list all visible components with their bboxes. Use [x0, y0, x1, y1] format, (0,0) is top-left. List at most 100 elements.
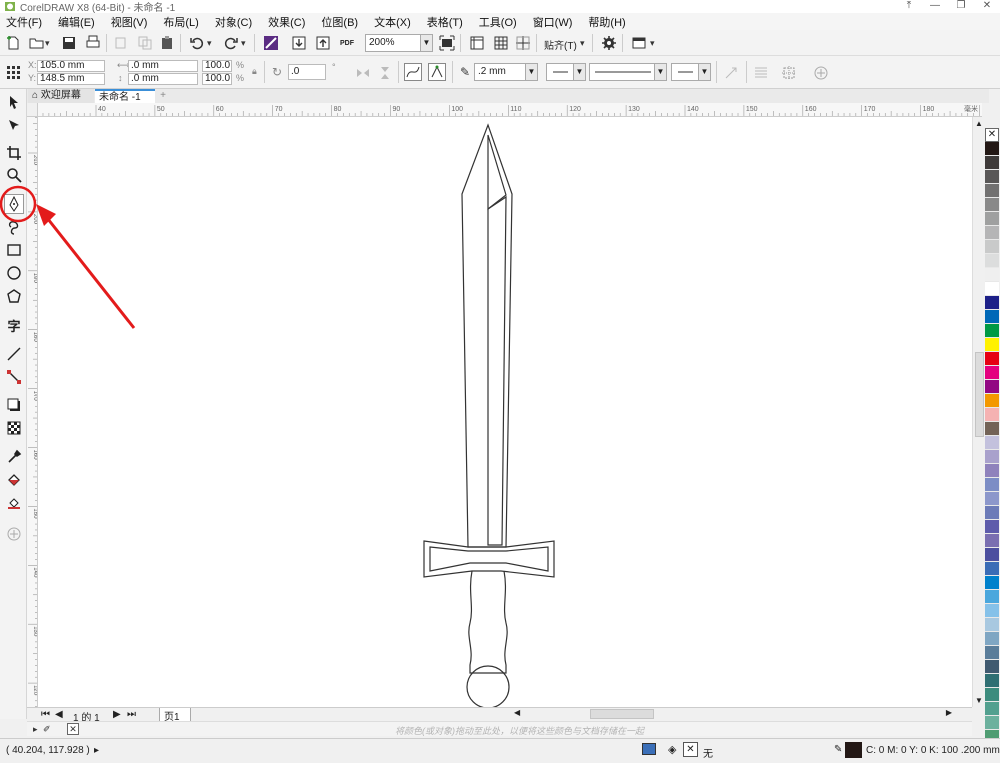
palette-swatch[interactable] [985, 296, 999, 310]
menu-table[interactable]: 表格(T) [427, 14, 463, 30]
palette-swatch[interactable] [985, 184, 999, 198]
palette-swatch[interactable] [985, 688, 999, 702]
start-arrowhead-select[interactable]: ▼ [546, 63, 586, 81]
palette-swatch[interactable] [985, 156, 999, 170]
mirror-vertical-button[interactable] [376, 64, 394, 82]
shape-tool[interactable] [4, 115, 24, 135]
palette-swatch[interactable] [985, 226, 999, 240]
scale-y-field[interactable]: 100.0 [202, 73, 232, 85]
ruler-origin[interactable] [27, 103, 38, 117]
redo-button[interactable] [222, 34, 240, 52]
palette-swatch[interactable] [985, 562, 999, 576]
sword-crossguard-inner[interactable] [429, 546, 549, 572]
tab-document[interactable]: 未命名 -1 [95, 89, 155, 103]
width-field[interactable]: .0 mm [128, 60, 198, 72]
palette-swatch[interactable] [985, 450, 999, 464]
scale-x-field[interactable]: 100.0 [202, 60, 232, 72]
palette-swatch[interactable] [985, 394, 999, 408]
quick-customize-button[interactable] [812, 64, 830, 82]
vertical-scrollbar[interactable]: ▲ ▼ [972, 117, 985, 707]
palette-swatch[interactable] [985, 506, 999, 520]
transparency-tool[interactable] [4, 418, 24, 438]
palette-swatch[interactable] [985, 646, 999, 660]
fill-color-swatch[interactable]: ✕ [683, 742, 698, 757]
sword-drawing[interactable] [38, 117, 972, 707]
zoom-tool[interactable] [4, 165, 24, 185]
sword-blade-tip-facet[interactable] [487, 134, 507, 211]
close-button[interactable]: ✕ [974, 0, 1000, 13]
zoom-select[interactable]: 200% ▼ [365, 34, 433, 52]
prev-page-icon[interactable]: ◀ [55, 709, 63, 720]
palette-swatch[interactable] [985, 142, 999, 156]
palette-swatch[interactable] [985, 380, 999, 394]
add-tab-button[interactable]: + [156, 89, 170, 103]
palette-swatch[interactable] [985, 240, 999, 254]
menu-effects[interactable]: 效果(C) [268, 14, 305, 30]
show-guidelines-button[interactable] [514, 34, 532, 52]
palette-swatch[interactable] [985, 254, 999, 268]
sword-pommel[interactable] [466, 665, 510, 707]
outline-width-select[interactable]: .2 mm ▼ [474, 63, 538, 81]
palette-swatch[interactable] [985, 716, 999, 730]
polygon-tool[interactable] [4, 286, 24, 306]
save-button[interactable] [60, 34, 78, 52]
end-arrowhead-select[interactable]: ▼ [671, 63, 711, 81]
menu-window[interactable]: 窗口(W) [533, 14, 573, 30]
menu-tools[interactable]: 工具(O) [479, 14, 517, 30]
ellipse-tool[interactable] [4, 263, 24, 283]
snap-to-nodes-button[interactable] [404, 63, 422, 81]
palette-swatch[interactable] [985, 366, 999, 380]
vertical-ruler[interactable]: 210 200 190 180 170 160 150 140 130 120 [27, 117, 38, 707]
menu-edit[interactable]: 编辑(E) [58, 14, 95, 30]
line-style-select[interactable]: ▼ [589, 63, 667, 81]
menu-file[interactable]: 文件(F) [6, 14, 42, 30]
smart-fill-tool[interactable] [4, 492, 24, 512]
scroll-right-icon[interactable]: ▶ [946, 708, 952, 717]
publish-pdf-button[interactable]: PDF [338, 34, 356, 52]
palette-swatch[interactable] [985, 534, 999, 548]
palette-swatch[interactable] [985, 324, 999, 338]
palette-swatch[interactable] [985, 282, 999, 296]
scroll-left-icon[interactable]: ◀ [514, 708, 520, 717]
color-proof-icon[interactable] [642, 743, 656, 755]
palette-swatch[interactable] [985, 520, 999, 534]
full-screen-preview-button[interactable] [438, 34, 456, 52]
export-button[interactable] [314, 34, 332, 52]
palette-swatch[interactable] [985, 478, 999, 492]
horizontal-scrollbar[interactable]: ◀ ▶ [512, 708, 972, 720]
pick-tool[interactable] [4, 92, 24, 112]
height-field[interactable]: .0 mm [128, 73, 198, 85]
horizontal-scroll-thumb[interactable] [590, 709, 654, 719]
palette-swatch[interactable] [985, 590, 999, 604]
palette-swatch[interactable] [985, 422, 999, 436]
parallel-dimension-tool[interactable] [4, 344, 24, 364]
print-button[interactable] [84, 34, 102, 52]
palette-swatch[interactable] [985, 464, 999, 478]
palette-swatch[interactable] [985, 632, 999, 646]
show-rulers-button[interactable] [468, 34, 486, 52]
palette-swatch[interactable] [985, 576, 999, 590]
y-position-field[interactable]: 148.5 mm [37, 73, 105, 85]
menu-layout[interactable]: 布局(L) [163, 14, 198, 30]
snap-to-menu[interactable]: 贴齐(T) [544, 37, 577, 52]
wrap-text-button[interactable] [752, 64, 770, 82]
outline-color-swatch[interactable] [845, 742, 862, 758]
connector-tool[interactable] [4, 367, 24, 387]
palette-swatch[interactable] [985, 268, 999, 282]
palette-swatch[interactable] [985, 170, 999, 184]
palette-swatch[interactable] [985, 492, 999, 506]
scroll-down-icon[interactable]: ▼ [975, 696, 983, 705]
import-button[interactable] [290, 34, 308, 52]
object-origin-button[interactable] [4, 63, 22, 81]
cut-button[interactable] [112, 34, 130, 52]
palette-swatch[interactable] [985, 198, 999, 212]
interactive-fill-tool[interactable] [4, 470, 24, 490]
sword-blade-inner-edge[interactable] [487, 195, 507, 546]
quick-customize-tool[interactable] [4, 524, 24, 544]
palette-swatch[interactable] [985, 660, 999, 674]
sword-crossguard[interactable] [423, 540, 555, 578]
drawing-canvas[interactable] [38, 117, 972, 707]
menu-help[interactable]: 帮助(H) [588, 14, 625, 30]
sword-grip[interactable] [468, 570, 508, 674]
lasso-tool[interactable] [4, 218, 24, 238]
